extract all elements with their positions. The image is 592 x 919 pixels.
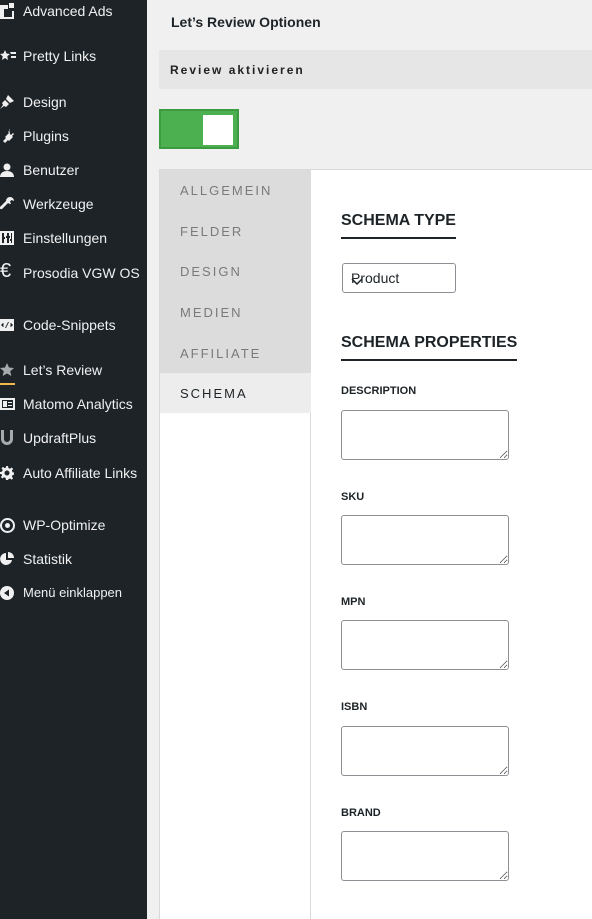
mpn-label: MPN	[341, 596, 366, 608]
page-title: Let’s Review Optionen	[171, 14, 321, 30]
admin-sidebar: Advanced Ads Pretty Links Design Plugins…	[0, 0, 147, 919]
sidebar-item-label: Auto Affiliate Links	[23, 465, 138, 481]
tab-schema[interactable]: SCHEMA	[160, 373, 311, 413]
tab-felder[interactable]: FELDER	[160, 211, 311, 251]
pie-chart-icon	[0, 550, 16, 568]
gear-icon	[0, 464, 16, 482]
advanced-ads-icon	[0, 2, 16, 20]
optimize-icon	[0, 516, 16, 534]
sidebar-item-label: Menü einklappen	[23, 585, 123, 600]
collapse-icon	[0, 584, 16, 602]
tab-label: FELDER	[180, 224, 244, 239]
plug-icon	[0, 127, 16, 145]
isbn-field[interactable]	[341, 726, 509, 776]
schema-type-heading: SCHEMA TYPE	[341, 212, 456, 239]
sidebar-item-label: Matomo Analytics	[23, 396, 133, 412]
options-tabs: ALLGEMEIN FELDER DESIGN MEDIEN AFFILIATE…	[160, 170, 311, 919]
schema-properties-heading: SCHEMA PROPERTIES	[341, 334, 518, 361]
sidebar-item-label: Pretty Links	[23, 48, 97, 64]
tab-affiliate[interactable]: AFFILIATE	[160, 333, 311, 373]
user-icon	[0, 161, 16, 179]
code-icon	[0, 316, 16, 334]
review-activate-bar: Review aktivieren	[159, 50, 592, 89]
sidebar-item-label: UpdraftPlus	[23, 430, 97, 446]
analytics-icon	[0, 395, 16, 413]
wrench-icon	[0, 195, 16, 213]
star-link-icon	[0, 47, 16, 65]
review-activate-label: Review aktivieren	[170, 63, 305, 77]
sidebar-item-label: Statistik	[23, 551, 73, 567]
tab-label: ALLGEMEIN	[180, 183, 273, 198]
sidebar-item-label: WP-Optimize	[23, 517, 106, 533]
sku-label: SKU	[341, 491, 365, 503]
sidebar-item-label: Werkzeuge	[23, 196, 94, 212]
sidebar-item-label: Benutzer	[23, 162, 80, 178]
paintbrush-icon	[0, 93, 16, 111]
options-panel: ALLGEMEIN FELDER DESIGN MEDIEN AFFILIATE…	[159, 169, 592, 919]
main-content: Let’s Review Optionen Review aktivieren …	[147, 0, 592, 919]
star-icon	[0, 361, 16, 385]
isbn-label: ISBN	[341, 701, 368, 713]
sidebar-item-label: Advanced Ads	[23, 3, 113, 19]
tab-allgemein[interactable]: ALLGEMEIN	[160, 170, 311, 210]
sku-field[interactable]	[341, 515, 509, 565]
schema-content: SCHEMA TYPE Product SCHEMA PROPERTIES DE…	[312, 170, 592, 919]
sidebar-item-label: Prosodia VGW OS	[23, 265, 140, 281]
tab-label: DESIGN	[180, 264, 242, 279]
tab-label: MEDIEN	[180, 305, 243, 320]
tab-label: SCHEMA	[180, 386, 248, 401]
sidebar-item-label: Code-Snippets	[23, 317, 116, 333]
tab-medien[interactable]: MEDIEN	[160, 292, 311, 332]
tab-label: AFFILIATE	[180, 346, 262, 361]
sidebar-item-label: Einstellungen	[23, 230, 108, 246]
toggle-knob	[203, 115, 233, 145]
euro-icon: €	[0, 260, 12, 282]
brand-field[interactable]	[341, 831, 509, 881]
description-field[interactable]	[341, 410, 509, 460]
chevron-down-icon	[351, 273, 446, 289]
sidebar-item-label: Design	[23, 94, 67, 110]
sidebar-item-label: Let’s Review	[23, 362, 103, 378]
mpn-field[interactable]	[341, 620, 509, 670]
brand-label: BRAND	[341, 807, 381, 819]
sidebar-item-label: Plugins	[23, 128, 69, 144]
updraft-icon	[0, 429, 16, 447]
settings-sliders-icon	[0, 229, 16, 247]
tab-design[interactable]: DESIGN	[160, 251, 311, 291]
schema-type-select[interactable]: Product	[342, 263, 456, 293]
review-activate-toggle[interactable]	[159, 109, 239, 149]
description-label: DESCRIPTION	[341, 385, 417, 397]
